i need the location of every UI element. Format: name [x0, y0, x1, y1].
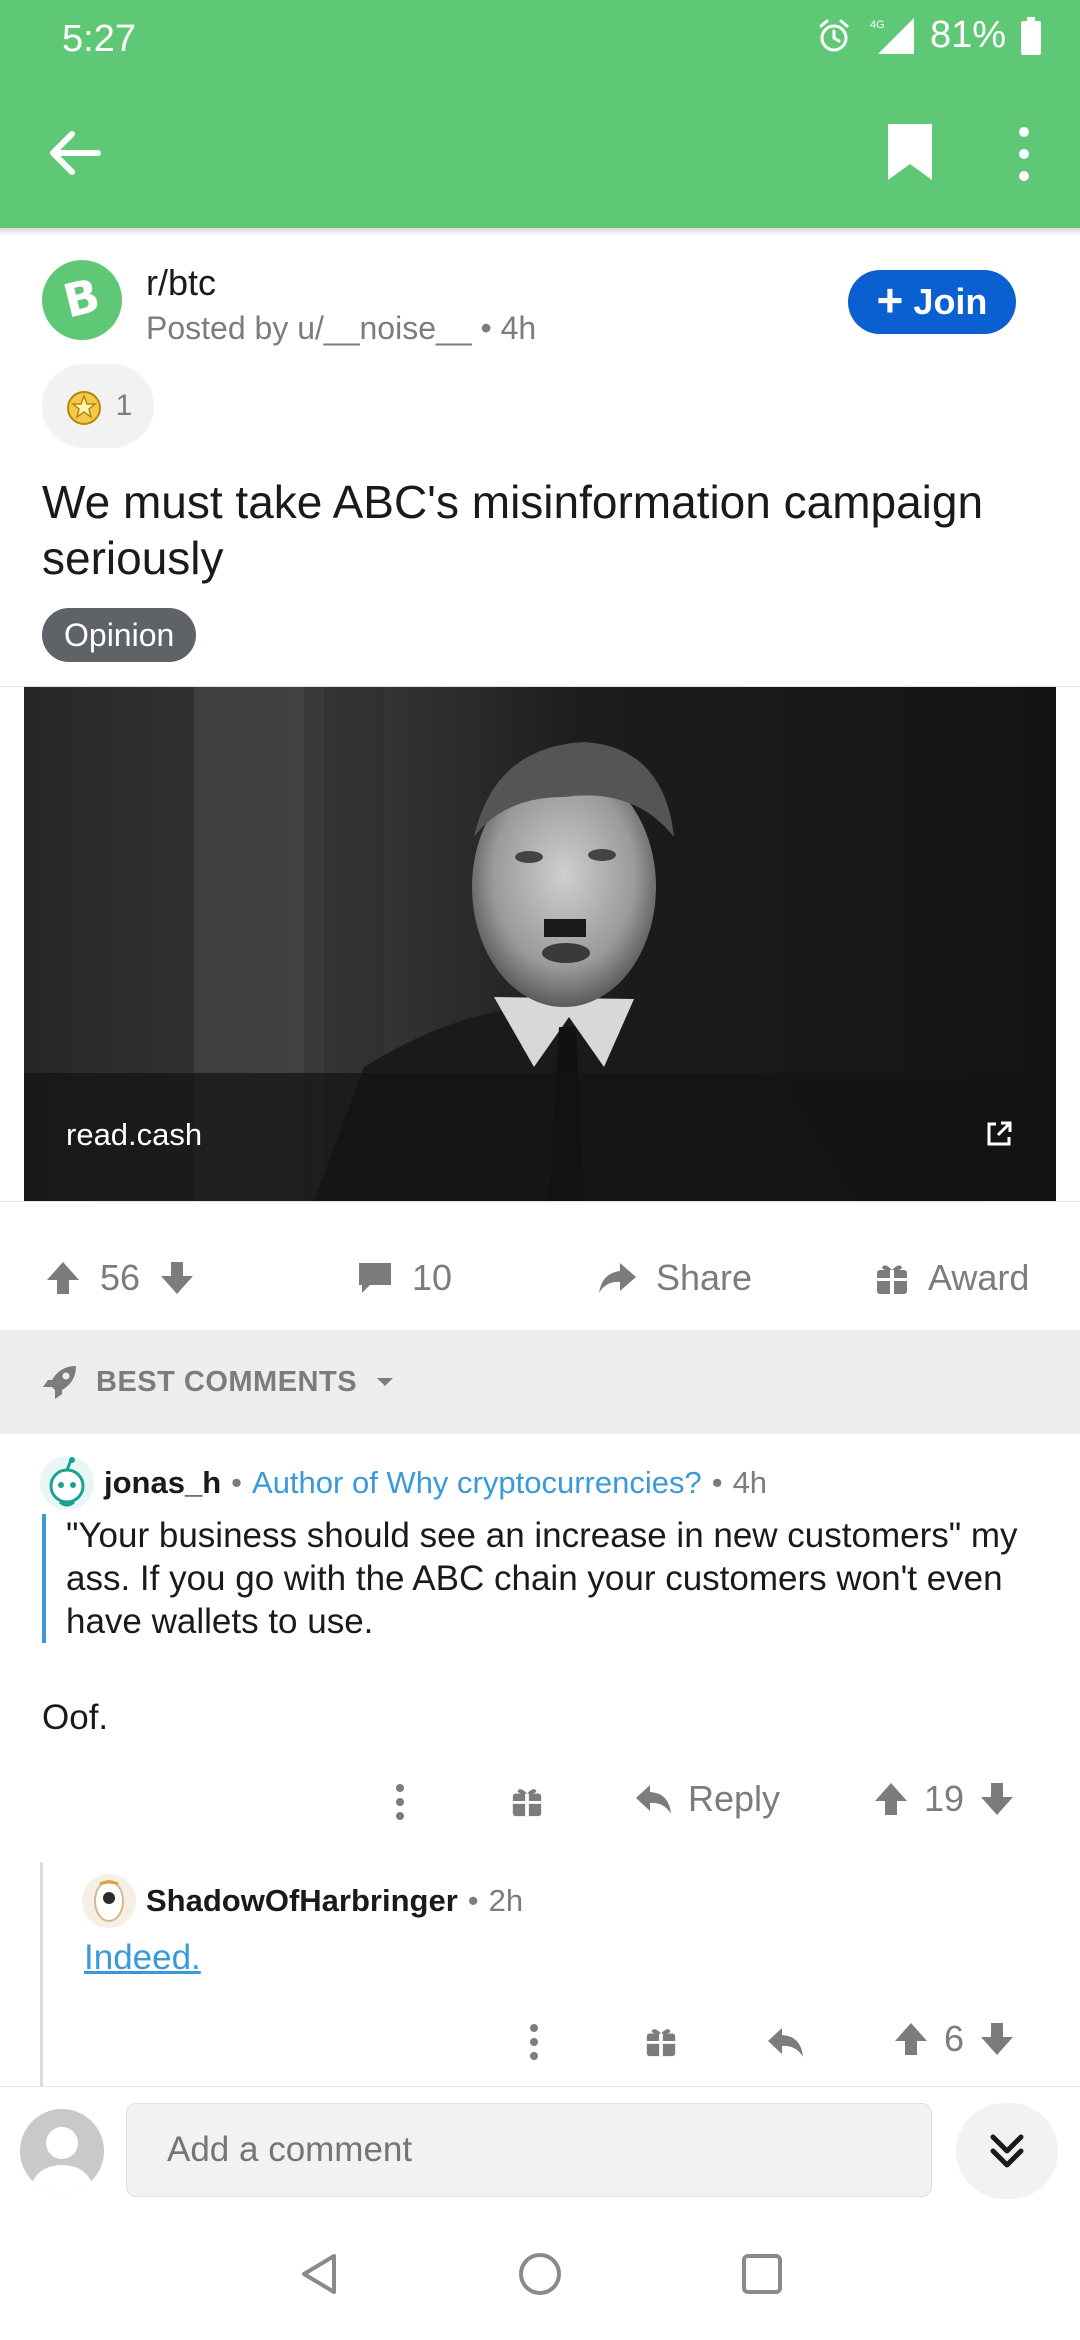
- upvote-icon[interactable]: [44, 1259, 82, 1297]
- comment-more-icon[interactable]: [390, 1782, 410, 1822]
- bitcoin-cash-icon: B: [58, 272, 105, 328]
- subreddit-name[interactable]: r/btc: [146, 262, 216, 304]
- share-label: Share: [656, 1257, 753, 1298]
- comment-username[interactable]: ShadowOfHarbringer: [146, 1883, 458, 1919]
- plus-icon: +: [876, 274, 904, 326]
- double-chevron-down-icon: [990, 2134, 1024, 2168]
- comment-vote-group: 6: [892, 2018, 1016, 2060]
- preview-image: read.cash: [24, 687, 1056, 1201]
- network-type-label: 4G: [870, 19, 885, 31]
- comment-quote: "Your business should see an increase in…: [42, 1514, 1042, 1643]
- comment-sort-bar[interactable]: BEST COMMENTS: [0, 1330, 1080, 1434]
- snoo-avatar-icon: [40, 1456, 94, 1510]
- more-vert-icon[interactable]: [1006, 124, 1042, 184]
- chevron-down-icon: [377, 1378, 394, 1386]
- system-nav-bar: [0, 2210, 1080, 2340]
- comment-count: 10: [412, 1257, 453, 1298]
- svg-text:B: B: [58, 272, 105, 328]
- comment-more-icon[interactable]: [524, 2022, 544, 2062]
- comment-composer-bar: [0, 2086, 1080, 2210]
- comment-time: 4h: [732, 1465, 768, 1500]
- rocket-icon: [43, 1366, 76, 1399]
- comment-score: 6: [944, 2018, 965, 2059]
- comment-score: 19: [924, 1778, 965, 1819]
- post-title: We must take ABC's misinformation campai…: [42, 476, 984, 584]
- comment-body: Oof.: [42, 1698, 109, 1737]
- user-avatar-icon: [32, 2127, 92, 2193]
- post-score: 56: [100, 1257, 141, 1298]
- award-label: Award: [928, 1257, 1030, 1298]
- upvote-icon[interactable]: [872, 1780, 910, 1818]
- signal-icon: 4G: [870, 17, 914, 54]
- avatar[interactable]: [40, 1456, 94, 1510]
- post-flair: Opinion: [42, 608, 197, 662]
- separator-dot: •: [231, 1465, 243, 1500]
- battery-percent: 81%: [929, 14, 1006, 56]
- comment-bubble-icon: [359, 1263, 391, 1293]
- preview-caption: read.cash: [24, 1073, 1056, 1201]
- vote-group: 56: [44, 1257, 196, 1299]
- upvote-icon[interactable]: [892, 2020, 930, 2058]
- gift-icon[interactable]: [644, 2024, 678, 2058]
- status-icons: 4G 81%: [816, 14, 1042, 57]
- alarm-icon: [819, 19, 849, 51]
- link-domain: read.cash: [66, 1117, 203, 1152]
- app-bar-shadow: [0, 228, 1080, 236]
- comment-time: 2h: [488, 1883, 524, 1918]
- avatar[interactable]: [82, 1874, 136, 1928]
- separator-dot: •: [467, 1883, 479, 1918]
- award-star-icon: [66, 391, 101, 425]
- reply-button[interactable]: Reply: [634, 1778, 780, 1820]
- user-flair: Author of Why cryptocurrencies?: [252, 1465, 702, 1500]
- comment-username[interactable]: jonas_h: [104, 1465, 221, 1501]
- subreddit-icon[interactable]: B: [42, 260, 122, 340]
- nav-home-icon[interactable]: [516, 2250, 564, 2298]
- join-button[interactable]: + Join: [848, 270, 1016, 334]
- award-count: 1: [115, 389, 133, 422]
- add-comment-input[interactable]: [126, 2103, 932, 2197]
- nav-back-icon[interactable]: [296, 2250, 344, 2298]
- comment-body-link[interactable]: Indeed.: [84, 1938, 201, 1978]
- gift-icon[interactable]: [510, 1784, 544, 1818]
- share-button[interactable]: Share: [596, 1257, 752, 1299]
- back-arrow-icon[interactable]: [44, 122, 106, 184]
- comment-header: jonas_h • Author of Why cryptocurrencies…: [40, 1456, 767, 1510]
- comment-header: ShadowOfHarbringer • 2h: [82, 1874, 523, 1928]
- post-actions: 56 10 Share Award: [0, 1230, 1080, 1326]
- posted-by[interactable]: Posted by u/__noise__ • 4h: [146, 310, 536, 347]
- award-button[interactable]: Award: [874, 1257, 1029, 1299]
- status-bar: 5:27 4G 81%: [0, 0, 1080, 80]
- downvote-icon[interactable]: [978, 2020, 1016, 2058]
- link-preview[interactable]: read.cash: [0, 686, 1080, 1202]
- nav-recents-icon[interactable]: [738, 2250, 786, 2298]
- comments-button[interactable]: 10: [356, 1257, 452, 1299]
- comment-vote-group: 19: [872, 1778, 1016, 1820]
- gift-icon: [877, 1265, 907, 1294]
- join-label: Join: [913, 281, 988, 322]
- separator-dot: •: [711, 1465, 723, 1500]
- reply-arrow-icon[interactable]: [766, 2024, 806, 2060]
- thread-line[interactable]: [40, 1862, 43, 2090]
- share-arrow-icon: [599, 1263, 636, 1293]
- award-chip[interactable]: 1: [42, 364, 154, 448]
- bookmark-icon[interactable]: [884, 120, 936, 184]
- jump-next-comment-button[interactable]: [956, 2103, 1058, 2199]
- reply-arrow-icon: [636, 1785, 671, 1814]
- app-bar: [0, 80, 1080, 228]
- status-time: 5:27: [62, 18, 136, 60]
- sort-label: BEST COMMENTS: [96, 1365, 358, 1398]
- eye-avatar-icon: [82, 1874, 136, 1928]
- avatar[interactable]: [20, 2109, 104, 2193]
- external-link-icon: [987, 1121, 1012, 1146]
- battery-icon: [1021, 16, 1041, 55]
- downvote-icon[interactable]: [978, 1780, 1016, 1818]
- downvote-icon[interactable]: [158, 1259, 196, 1297]
- reply-label: Reply: [688, 1778, 781, 1819]
